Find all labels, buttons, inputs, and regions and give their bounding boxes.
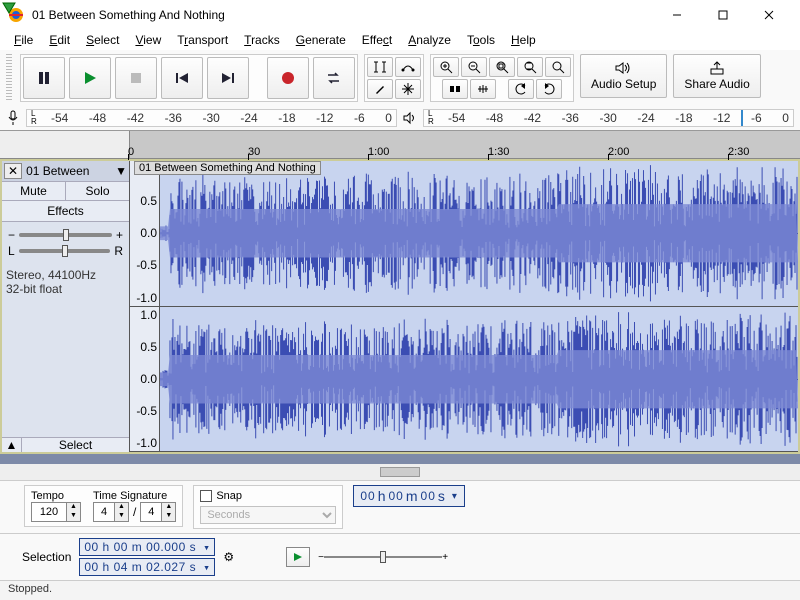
skip-end-button[interactable] [207,57,249,99]
trim-button[interactable] [442,79,468,99]
waveform-right-channel[interactable] [160,307,798,452]
pan-slider[interactable] [19,249,111,253]
redo-button[interactable] [536,79,562,99]
playback-speed-slider[interactable]: −+ [318,550,448,564]
share-audio-label: Share Audio [684,77,749,91]
stop-button[interactable] [115,57,157,99]
amplitude-scale-right: 1.00.50.0-0.5-1.0 [130,307,160,452]
selection-tool-button[interactable] [367,57,393,77]
tempo-label: Tempo [31,490,81,502]
gain-plus-icon: + [116,228,123,242]
timeline-area: 0301:001:302:002:30 ✕ 01 Between ▼ Mute … [0,130,800,480]
menu-transport[interactable]: Transport [169,31,236,49]
snap-checkbox[interactable] [200,490,212,502]
menu-analyze[interactable]: Analyze [400,31,459,49]
mic-icon [6,110,20,126]
time-sig-den-field[interactable]: ▲▼ [140,502,176,522]
gain-minus-icon: − [8,228,15,242]
track-collapse-button[interactable]: ▲ [2,438,22,452]
timeline-corner [0,131,130,158]
bottom-toolbar: Tempo ▲▼ Time Signature ▲▼ / ▲▼ Snap Sec… [0,480,800,533]
menu-help[interactable]: Help [503,31,544,49]
track-spacer [0,454,800,464]
time-sig-label: Time Signature [93,490,176,502]
menu-select[interactable]: Select [78,31,127,49]
waveform-area[interactable]: 01 Between Something And Nothing 1.00.50… [130,161,798,452]
play-meter[interactable]: LR -54-48-42-36-30-24-18-12-60 [423,109,794,127]
fit-project-button[interactable] [517,57,543,77]
menu-file[interactable]: File [6,31,41,49]
selection-label: Selection [22,550,71,564]
clip-title[interactable]: 01 Between Something And Nothing [134,161,321,175]
menu-effect[interactable]: Effect [354,31,400,49]
speaker-icon [615,61,633,75]
draw-tool-button[interactable] [367,79,393,99]
maximize-button[interactable] [700,0,746,30]
playhead-icon[interactable] [1,1,17,15]
toolbar-grip[interactable] [6,54,12,102]
minimize-button[interactable] [654,0,700,30]
amplitude-scale-left: 1.00.50.0-0.5-1.0 [130,161,160,306]
track-area: ✕ 01 Between ▼ Mute Solo Effects − + L R S… [0,159,800,454]
horizontal-scrollbar[interactable] [0,464,800,480]
time-ruler[interactable]: 0301:001:302:002:30 [130,131,800,158]
time-sig-num-field[interactable]: ▲▼ [93,502,129,522]
statusbar: Stopped. [0,580,800,600]
snap-label: Snap [216,490,242,502]
pan-right-icon: R [114,244,123,258]
zoom-toggle-button[interactable] [545,57,571,77]
track-select-button[interactable]: Select [22,438,129,452]
snap-units-select[interactable]: Seconds [200,506,336,524]
undo-button[interactable] [508,79,534,99]
selection-settings-button[interactable]: ⚙ [223,550,234,564]
play-at-speed-button[interactable] [286,547,310,567]
envelope-tool-button[interactable] [395,57,421,77]
track-control-panel: ✕ 01 Between ▼ Mute Solo Effects − + L R S… [2,161,130,452]
speaker-small-icon [403,111,417,125]
fit-selection-button[interactable] [489,57,515,77]
loop-button[interactable] [313,57,355,99]
menubar: File Edit Select View Transport Tracks G… [0,30,800,50]
audio-setup-button[interactable]: Audio Setup [580,54,667,98]
record-button[interactable] [267,57,309,99]
solo-button[interactable]: Solo [66,182,129,200]
menu-edit[interactable]: Edit [41,31,78,49]
share-audio-button[interactable]: Share Audio [673,54,760,98]
tempo-field[interactable]: ▲▼ [31,502,81,522]
selection-toolbar: Selection 00 h 00 m 00.000 s ▾ 00 h 04 m… [0,533,800,580]
silence-button[interactable] [470,79,496,99]
close-button[interactable] [746,0,792,30]
window-title: 01 Between Something And Nothing [32,8,654,22]
share-icon [709,61,725,75]
waveform-left-channel[interactable] [160,161,798,306]
zoom-out-button[interactable] [461,57,487,77]
play-button[interactable] [69,57,111,99]
pause-button[interactable] [23,57,65,99]
selection-end-field[interactable]: 00 h 04 m 02.027 s ▾ [79,558,215,576]
menu-tools[interactable]: Tools [459,31,503,49]
zoom-in-button[interactable] [433,57,459,77]
main-time-counter[interactable]: 00h 00m 00s▾ [353,485,465,507]
menu-generate[interactable]: Generate [288,31,354,49]
gain-slider[interactable] [19,233,112,237]
pan-left-icon: L [8,244,15,258]
mute-button[interactable]: Mute [2,182,66,200]
track-name[interactable]: 01 Between [24,164,113,178]
meter-toolbar: LR -54-48-42-36-30-24-18-12-60 LR -54-48… [0,106,800,130]
menu-tracks[interactable]: Tracks [236,31,288,49]
skip-start-button[interactable] [161,57,203,99]
track-close-button[interactable]: ✕ [4,163,22,179]
selection-start-field[interactable]: 00 h 00 m 00.000 s ▾ [79,538,215,556]
titlebar: 01 Between Something And Nothing [0,0,800,30]
audio-setup-label: Audio Setup [591,77,656,91]
record-meter[interactable]: LR -54-48-42-36-30-24-18-12-60 [26,109,397,127]
menu-view[interactable]: View [127,31,169,49]
multi-tool-button[interactable] [395,79,421,99]
main-toolbar: Audio Setup Share Audio [0,50,800,106]
track-format-info: Stereo, 44100Hz 32-bit float [2,264,129,300]
effects-button[interactable]: Effects [2,201,129,222]
track-menu-button[interactable]: ▼ [115,164,127,178]
